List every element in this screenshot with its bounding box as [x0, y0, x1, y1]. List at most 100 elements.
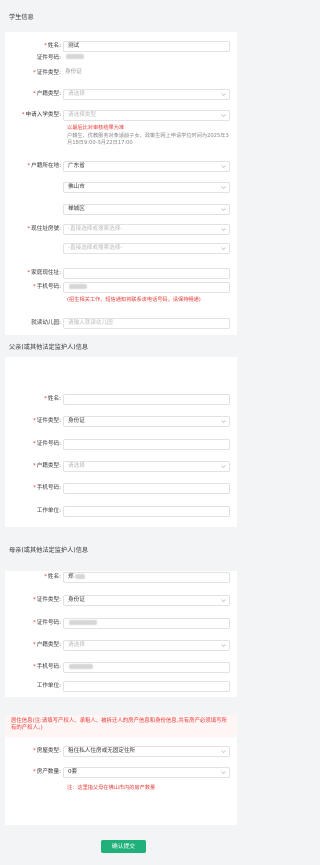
district-select[interactable]: 禅城区: [63, 204, 230, 215]
home-address-label: 家庭现住址:: [31, 270, 61, 276]
residence-card: 居住信息(注:请填写产权人、承租人、被拆迁人的房产信息和身份信息,共有房产必须填…: [5, 715, 237, 825]
mother-work-row: 工作单位:: [5, 681, 237, 692]
submit-button[interactable]: 确认提交: [101, 840, 146, 853]
city-select[interactable]: 佛山市: [63, 182, 230, 193]
chevron-down-icon: [221, 749, 226, 754]
chevron-down-icon: [221, 185, 226, 190]
house-type-row: *房屋类型: 租住私人住房或无固定住所: [5, 746, 237, 757]
chevron-down-icon: [221, 419, 226, 424]
father-section-title: 父亲(或其他法定监护人)信息: [9, 343, 89, 351]
mother-id-type-select[interactable]: 身份证: [63, 595, 230, 606]
student-phone-row: *手机号码:: [5, 282, 237, 293]
father-hukou-type-row: *户籍类型: 请选择: [5, 461, 237, 472]
residence-row-1: *现住址房號: -直接选择或搜索选择-: [5, 224, 237, 235]
mother-phone-row: *手机号码:: [5, 662, 237, 673]
mother-id-type-row: *证件类型: 身份证: [5, 595, 237, 606]
residence-select-2[interactable]: -直接选择或搜索选择-: [63, 243, 230, 254]
chevron-down-icon: [221, 207, 226, 212]
father-id-type-label: 证件类型:: [36, 418, 61, 424]
father-id-label: 证件号码:: [36, 441, 61, 447]
mother-section-header: 母亲(或其他法定监护人)信息: [0, 527, 242, 571]
province-select[interactable]: 广东省: [63, 161, 230, 172]
father-id-input[interactable]: [63, 439, 230, 450]
house-count-label: 房产数量:: [36, 769, 61, 775]
student-id-type-label: 证件类型:: [36, 70, 61, 76]
student-hukou-type-row: *户籍类型: 请选择: [5, 89, 237, 100]
mother-id-input[interactable]: [63, 618, 230, 629]
student-apply-type-label: 申请入学类型:: [25, 112, 61, 118]
mother-name-input[interactable]: 郑: [63, 572, 230, 583]
kindergarten-input[interactable]: 请输入就读幼儿园: [63, 318, 230, 329]
father-section-header: 父亲(或其他法定监护人)信息: [0, 335, 242, 357]
father-phone-row: *手机号码:: [5, 483, 237, 494]
house-count-row: *房产数量: 0套: [5, 767, 237, 778]
student-name-label: 姓名:: [47, 43, 61, 49]
chevron-down-icon: [221, 227, 226, 232]
house-count-select[interactable]: 0套: [63, 767, 230, 778]
redacted-name: [74, 574, 85, 579]
hukou-location-district-row: 禅城区: [5, 204, 237, 215]
mother-work-input[interactable]: [63, 681, 230, 692]
mother-hukou-type-label: 户籍类型:: [36, 642, 61, 648]
father-hukou-type-select[interactable]: 请选择: [63, 461, 230, 472]
father-hukou-type-label: 户籍类型:: [36, 463, 61, 469]
hukou-location-province-row: *户籍所在地: 广东省: [5, 161, 237, 172]
student-id-value: [63, 53, 230, 64]
student-card: *姓名: 测试 证件号码: *证件类型: 身份证 *户籍类型: 请选择 *申请入…: [5, 32, 237, 335]
student-id-row: 证件号码:: [5, 53, 237, 64]
mother-work-label: 工作单位:: [36, 683, 61, 689]
house-type-select[interactable]: 租住私人住房或无固定住所: [63, 746, 230, 757]
redacted-phone: [69, 284, 87, 289]
redacted-id: [69, 620, 97, 625]
mother-phone-input[interactable]: [63, 662, 230, 673]
student-apply-type-row: *申请入学类型: 请选择类型: [5, 110, 237, 121]
application-form-page: 学生信息 *姓名: 测试 证件号码: *证件类型: 身份证 *户籍类型: 请选择…: [0, 0, 242, 865]
mother-id-type-label: 证件类型:: [36, 597, 61, 603]
residence-label: 现住址房號:: [31, 226, 61, 232]
residence-select-1[interactable]: -直接选择或搜索选择-: [63, 224, 230, 235]
mother-id-label: 证件号码:: [36, 620, 61, 626]
father-work-row: 工作单位:: [5, 506, 237, 517]
student-id-type-value: 身份证: [63, 68, 230, 79]
father-id-type-select[interactable]: 身份证: [63, 416, 230, 427]
student-phone-input[interactable]: [63, 282, 230, 293]
chevron-down-icon: [221, 113, 226, 118]
father-phone-input[interactable]: [63, 483, 230, 494]
father-name-row: *姓名:: [5, 394, 237, 405]
father-id-type-row: *证件类型: 身份证: [5, 416, 237, 427]
father-work-label: 工作单位:: [36, 508, 61, 514]
father-work-input[interactable]: [63, 506, 230, 517]
mother-section-title: 母亲(或其他法定监护人)信息: [9, 546, 89, 554]
student-name-input[interactable]: 测试: [63, 41, 230, 52]
mother-phone-label: 手机号码:: [36, 664, 61, 670]
hukou-location-label: 户籍所在地:: [31, 163, 61, 169]
chevron-down-icon: [221, 598, 226, 603]
hukou-location-city-row: 佛山市: [5, 182, 237, 193]
redacted-id: [66, 54, 84, 59]
father-name-input[interactable]: [63, 394, 230, 405]
chevron-down-icon: [221, 92, 226, 97]
mother-hukou-type-select[interactable]: 请选择: [63, 640, 230, 651]
apply-note-red: 以最后比对审核结果为准: [67, 125, 125, 131]
house-type-label: 房屋类型:: [36, 748, 61, 754]
student-hukou-type-select[interactable]: 请选择: [63, 89, 230, 100]
residence-row-2: -直接选择或搜索选择-: [5, 243, 237, 254]
home-address-row: *家庭现住址:: [5, 268, 237, 279]
chevron-down-icon: [221, 643, 226, 648]
apply-note-gray: 户籍生、优教服务对象适龄子女、政策生网上申请学位时间为2025年3月18日9:0…: [67, 133, 229, 146]
father-card: *姓名: *证件类型: 身份证 *证件号码: *户籍类型: 请选择 *手机号码:: [5, 357, 237, 527]
student-apply-type-select[interactable]: 请选择类型: [63, 110, 230, 121]
student-section-title: 学生信息: [9, 13, 34, 21]
student-phone-label: 手机号码:: [36, 284, 61, 290]
student-hukou-type-label: 户籍类型:: [36, 91, 61, 97]
mother-hukou-type-row: *户籍类型: 请选择: [5, 640, 237, 651]
mother-card-extra: 工作单位:: [5, 677, 237, 697]
mother-id-row: *证件号码:: [5, 618, 237, 629]
mother-name-row: *姓名: 郑: [5, 572, 237, 583]
father-id-row: *证件号码:: [5, 439, 237, 450]
student-id-type-row: *证件类型: 身份证: [5, 68, 237, 79]
chevron-down-icon: [221, 164, 226, 169]
father-name-label: 姓名:: [47, 396, 61, 402]
kindergarten-row: 就读幼儿园: 请输入就读幼儿园: [5, 318, 237, 329]
home-address-input[interactable]: [63, 268, 230, 279]
